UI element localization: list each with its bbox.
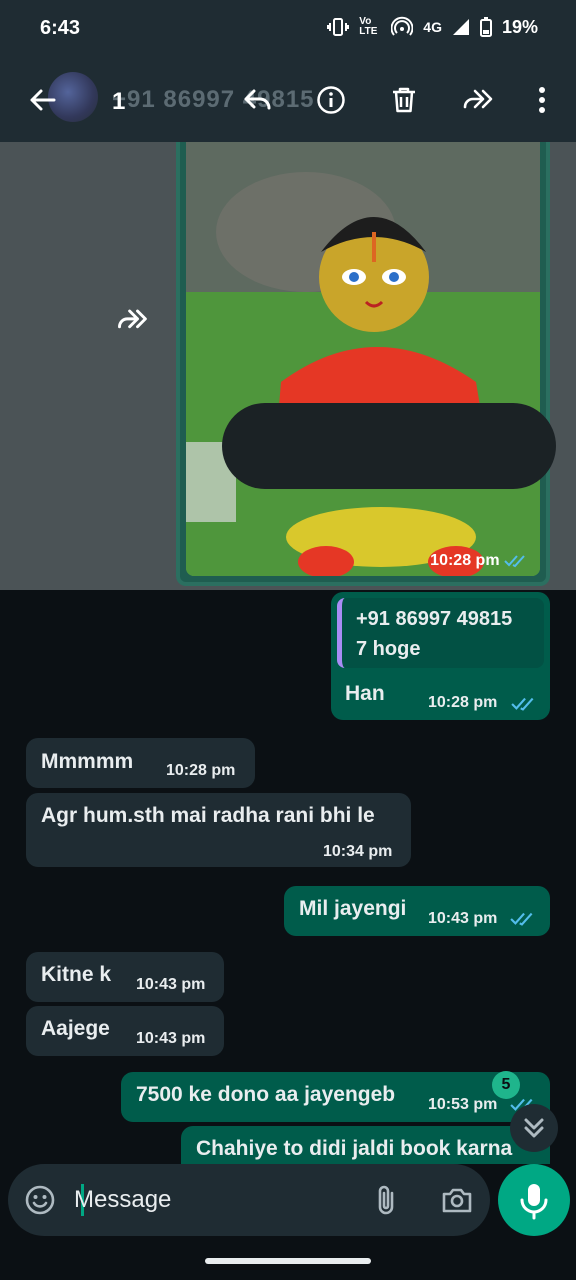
message-text: Agr hum.sth mai radha rani bhi le [41,804,375,827]
scroll-to-bottom-button[interactable] [510,1104,558,1152]
forward-icon [118,309,147,329]
message-time: 10:34 pm [323,843,393,860]
contact-title: +91 86997 49815 [112,86,315,113]
reply-icon [244,89,271,110]
hotspot-icon [391,16,414,36]
message-bubble-incoming[interactable]: Mmmmm 10:28 pm [26,738,255,788]
status-bar: 6:43 Vo LTE 4G 19% [0,0,576,58]
double-check-icon [504,555,525,568]
message-text: 7500 ke dono aa jayengeb [136,1083,396,1106]
quoted-message[interactable]: +91 86997 49815 7 hoge [337,598,544,668]
message-time: 10:53 pm [428,1096,498,1113]
reply-button[interactable] [238,80,278,120]
forward-icon [463,89,493,109]
message-bubble-outgoing[interactable]: Mil jayengi 10:43 pm [284,886,550,936]
message-text: Aajege [41,1017,110,1040]
status-icons: Vo LTE 4G 19% [327,16,538,38]
message-time: 10:43 pm [136,976,206,993]
message-bubble-outgoing[interactable]: +91 86997 49815 7 hoge Han 10:28 pm [331,592,550,720]
navigation-bar [0,1244,576,1280]
message-bubble-outgoing[interactable]: 7500 ke dono aa jayengeb 10:53 pm [121,1072,550,1122]
selected-count: 1 [112,88,126,115]
message-text: Mil jayengi [299,897,407,920]
photo-thumbnail[interactable] [186,142,540,576]
trash-icon [393,87,415,113]
paperclip-icon [378,1185,394,1215]
selection-toolbar: +91 86997 49815 1 [0,58,576,142]
info-icon [317,86,345,114]
message-time: 10:43 pm [136,1030,206,1047]
info-button[interactable] [311,80,351,120]
back-button[interactable] [22,80,62,120]
image-message[interactable]: 10:28 pm [176,142,550,586]
battery-percent: 19% [501,16,538,37]
delete-button[interactable] [384,80,424,120]
voice-record-button[interactable] [498,1164,570,1236]
quoted-text: 7 hoge [356,638,421,660]
message-bubble-incoming[interactable]: Kitne k 10:43 pm [26,952,224,1002]
message-time: 10:43 pm [428,910,498,927]
camera-icon [442,1188,472,1213]
home-gesture-handle[interactable] [205,1258,371,1264]
message-bubble-incoming[interactable]: Agr hum.sth mai radha rani bhi le 10:34 … [26,793,411,867]
microphone-icon [520,1184,548,1220]
forward-button[interactable] [458,80,498,120]
message-time: 10:28 pm [428,694,498,711]
attach-button[interactable] [366,1180,406,1220]
double-chevron-down-icon [524,1118,544,1138]
emoji-button[interactable] [20,1180,60,1220]
message-text: Kitne k [41,963,112,986]
quoted-sender: +91 86997 49815 [356,608,513,630]
unread-count-badge: 5 [492,1071,520,1099]
vibrate-icon [327,18,350,36]
network-type: 4G [423,19,442,35]
clock: 6:43 [40,17,81,39]
message-bubble-outgoing[interactable]: Chahiye to didi jaldi book karna [181,1126,550,1164]
more-vert-icon [539,87,545,113]
signal-icon [452,19,469,35]
camera-button[interactable] [437,1180,477,1220]
message-time: 10:28 pm [166,762,236,779]
message-composer: Message [8,1164,490,1236]
battery-icon [479,17,492,37]
double-check-icon [511,697,534,711]
message-time: 10:28 pm [430,552,528,570]
message-text: Han [345,682,385,705]
redaction-block [222,403,556,489]
more-options-button[interactable] [522,80,562,120]
emoji-icon [25,1185,55,1215]
message-text: Mmmmm [41,750,134,773]
volte-icon: Vo LTE [359,16,378,37]
double-check-icon [510,912,533,926]
back-arrow-icon [30,89,56,111]
message-text: Chahiye to didi jaldi book karna [196,1137,513,1160]
message-bubble-incoming[interactable]: Aajege 10:43 pm [26,1006,224,1056]
idol-image [186,142,540,576]
message-input[interactable]: Message [74,1186,171,1214]
forward-media-button[interactable] [115,305,161,345]
